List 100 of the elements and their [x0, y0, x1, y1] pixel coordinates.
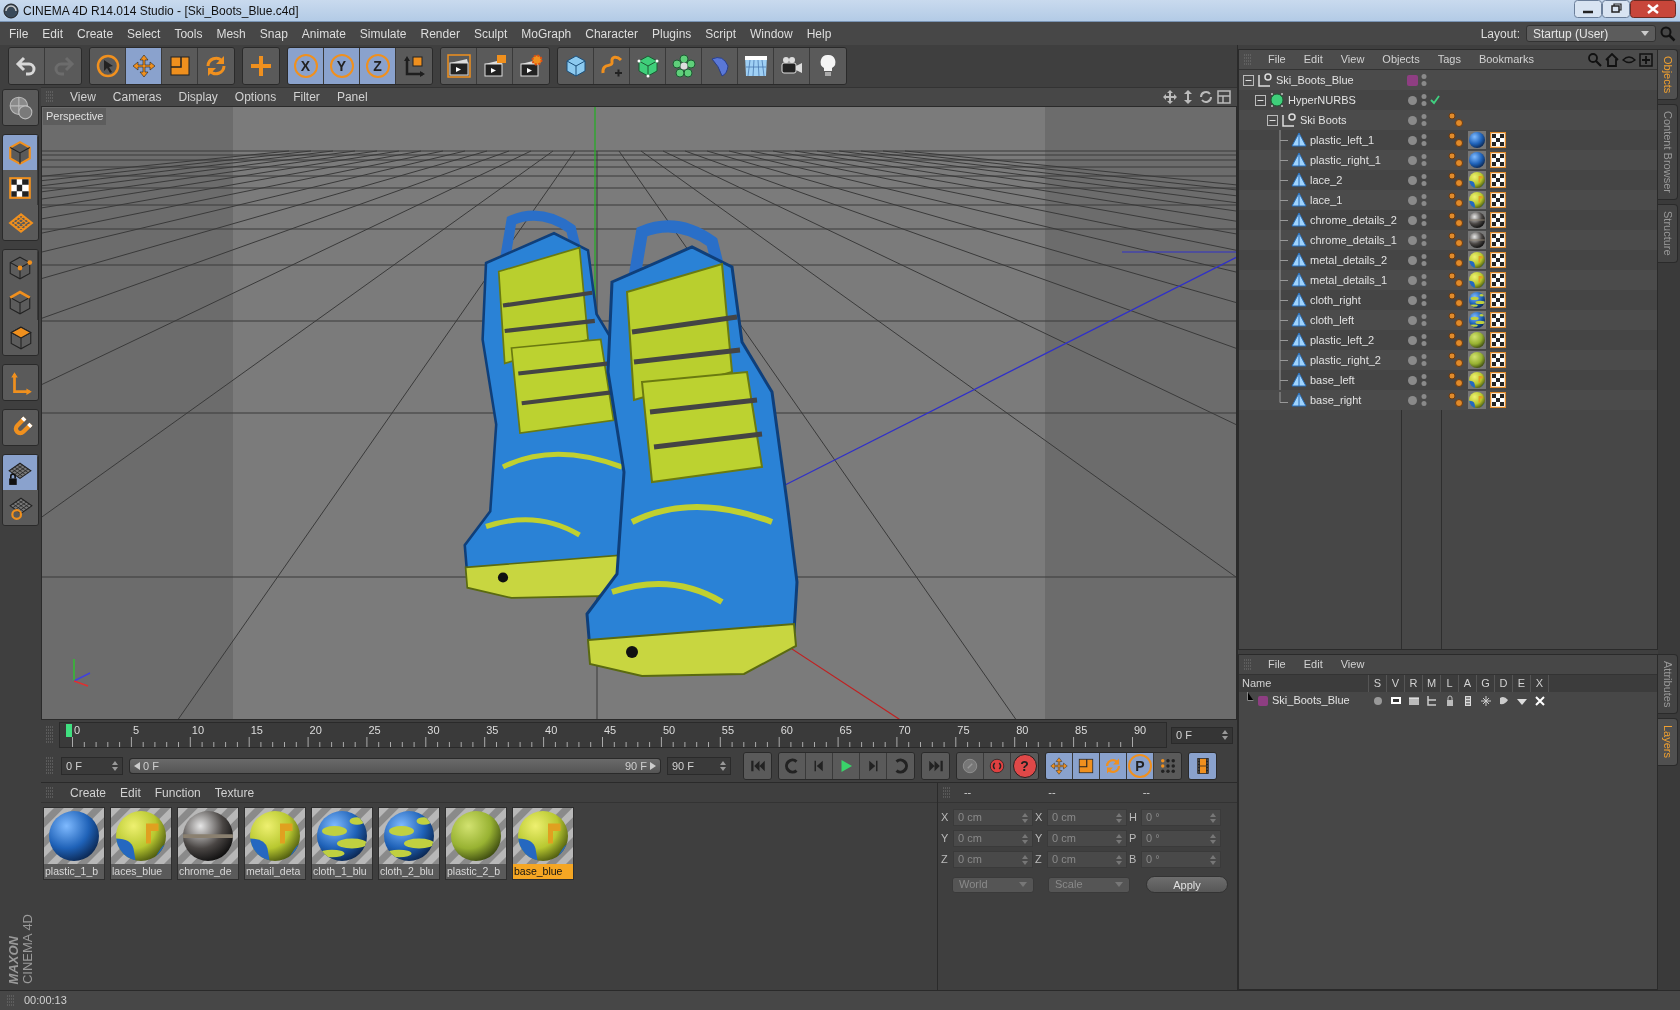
orbit-view-icon[interactable]: [1199, 90, 1213, 104]
generator-icon[interactable]: [1480, 694, 1492, 707]
monitor-icon[interactable]: [1390, 694, 1402, 707]
toolbar-button[interactable]: [3, 320, 38, 355]
search-icon[interactable]: [1588, 52, 1602, 67]
toolbar-button[interactable]: X: [288, 48, 324, 84]
menu-item[interactable]: Snap: [252, 24, 295, 43]
menu-item[interactable]: Character: [578, 24, 645, 43]
material-menu-item[interactable]: Texture: [207, 783, 262, 802]
layer-dot-icon[interactable]: [1407, 194, 1418, 206]
panel-grip-icon[interactable]: [45, 757, 55, 775]
material-tag-icon[interactable]: [1468, 231, 1486, 249]
layer-dot-icon[interactable]: [1407, 94, 1418, 106]
menu-item[interactable]: Create: [70, 24, 121, 43]
material-tag-icon[interactable]: [1468, 191, 1486, 209]
objects-menu-item[interactable]: File: [1261, 51, 1293, 68]
phong-tag-icon[interactable]: [1448, 312, 1464, 328]
end-frame-field[interactable]: 90 F: [667, 757, 731, 775]
timeline-ruler[interactable]: 0 5 10 15 20 25 30 35 40 45 50 55 60 65 70 75 80 85 90: [59, 722, 1167, 748]
object-name[interactable]: cloth_left: [1310, 311, 1355, 329]
toolbar-button[interactable]: [90, 48, 126, 84]
object-name[interactable]: cloth_right: [1310, 291, 1361, 309]
object-name[interactable]: HyperNURBS: [1288, 91, 1356, 109]
phong-tag-icon[interactable]: [1448, 252, 1464, 268]
tree-toggle[interactable]: [1243, 74, 1254, 86]
object-name[interactable]: chrome_details_1: [1310, 231, 1397, 249]
layer-dot-icon[interactable]: [1407, 154, 1418, 166]
material-swatch[interactable]: cloth_2_blu: [378, 807, 440, 880]
toolbar-button[interactable]: [774, 48, 810, 84]
phong-tag-icon[interactable]: [1448, 232, 1464, 248]
layer-name[interactable]: Ski_Boots_Blue: [1272, 692, 1350, 709]
new-window-icon[interactable]: [1639, 52, 1653, 67]
visibility-dots-icon[interactable]: [1421, 373, 1427, 387]
toolbar-button[interactable]: Z: [360, 48, 396, 84]
checker-tag-icon[interactable]: [1490, 392, 1506, 408]
menu-item[interactable]: Select: [120, 24, 168, 43]
playhead-marker[interactable]: [66, 724, 72, 737]
enabled-check-icon[interactable]: [1430, 95, 1440, 105]
lock-icon[interactable]: [1444, 694, 1456, 707]
menu-item[interactable]: Render: [413, 24, 467, 43]
side-tab[interactable]: Layers: [1658, 718, 1678, 766]
visibility-dots-icon[interactable]: [1421, 333, 1427, 347]
visibility-dots-icon[interactable]: [1421, 93, 1427, 107]
viewport-menu-item[interactable]: Panel: [329, 88, 375, 106]
visibility-dots-icon[interactable]: [1421, 293, 1427, 307]
tree-toggle[interactable]: [1267, 114, 1278, 126]
objects-menu-item[interactable]: Tags: [1430, 51, 1468, 68]
side-tab[interactable]: Content Browser: [1658, 104, 1678, 201]
toolbar-button[interactable]: [1189, 753, 1216, 779]
layer-dot-icon[interactable]: [1407, 294, 1418, 306]
objects-menu-item[interactable]: Objects: [1375, 51, 1427, 68]
menu-item[interactable]: Animate: [294, 24, 353, 43]
object-name[interactable]: base_left: [1310, 371, 1355, 389]
toolbar-button[interactable]: [833, 753, 860, 779]
phong-tag-icon[interactable]: [1448, 212, 1464, 228]
toolbar-button[interactable]: [3, 170, 38, 205]
visibility-dots-icon[interactable]: [1421, 153, 1427, 167]
phong-tag-icon[interactable]: [1448, 272, 1464, 288]
checker-tag-icon[interactable]: [1490, 212, 1506, 228]
visibility-dots-icon[interactable]: [1421, 133, 1427, 147]
toolbar-button[interactable]: [738, 48, 774, 84]
toolbar-button[interactable]: [513, 48, 549, 84]
viewport-menu-item[interactable]: Options: [227, 88, 284, 106]
restore-button[interactable]: [1602, 0, 1630, 18]
checker-tag-icon[interactable]: [1490, 232, 1506, 248]
menu-item[interactable]: Edit: [35, 24, 71, 43]
menu-item[interactable]: Simulate: [352, 24, 414, 43]
toolbar-button[interactable]: [477, 48, 513, 84]
checker-tag-icon[interactable]: [1490, 352, 1506, 368]
menu-item[interactable]: MoGraph: [514, 24, 579, 43]
visibility-dots-icon[interactable]: [1421, 233, 1427, 247]
home-icon[interactable]: [1605, 52, 1619, 67]
material-swatch[interactable]: laces_blue: [110, 807, 172, 880]
toolbar-button[interactable]: [3, 455, 38, 490]
material-swatch[interactable]: plastic_2_b: [445, 807, 507, 880]
material-tag-icon[interactable]: [1468, 251, 1486, 269]
material-swatch[interactable]: metail_deta: [244, 807, 306, 880]
checker-tag-icon[interactable]: [1490, 332, 1506, 348]
solo-icon[interactable]: [1372, 694, 1384, 707]
layer-dot-icon[interactable]: [1407, 334, 1418, 346]
object-name[interactable]: metal_details_1: [1310, 271, 1388, 289]
object-name[interactable]: chrome_details_2: [1310, 211, 1397, 229]
checker-tag-icon[interactable]: [1490, 312, 1506, 328]
xref-cross-icon[interactable]: [1534, 694, 1546, 707]
material-tag-icon[interactable]: [1468, 391, 1486, 409]
checker-tag-icon[interactable]: [1490, 172, 1506, 188]
minimize-button[interactable]: [1574, 0, 1602, 18]
menu-item[interactable]: Window: [743, 24, 800, 43]
panel-grip-icon[interactable]: [942, 786, 952, 799]
material-tag-icon[interactable]: [1468, 291, 1486, 309]
pan-view-icon[interactable]: [1163, 90, 1177, 104]
layer-dot-icon[interactable]: [1407, 374, 1418, 386]
objects-menu-item[interactable]: Bookmarks: [1471, 51, 1541, 68]
toolbar-button[interactable]: Y: [324, 48, 360, 84]
visibility-dots-icon[interactable]: [1421, 393, 1427, 407]
visibility-dots-icon[interactable]: [1421, 73, 1427, 87]
visibility-dots-icon[interactable]: [1421, 273, 1427, 287]
layer-dot-icon[interactable]: [1407, 214, 1418, 226]
start-frame-field[interactable]: 0 F: [61, 757, 123, 775]
search-icon[interactable]: [1660, 25, 1676, 42]
